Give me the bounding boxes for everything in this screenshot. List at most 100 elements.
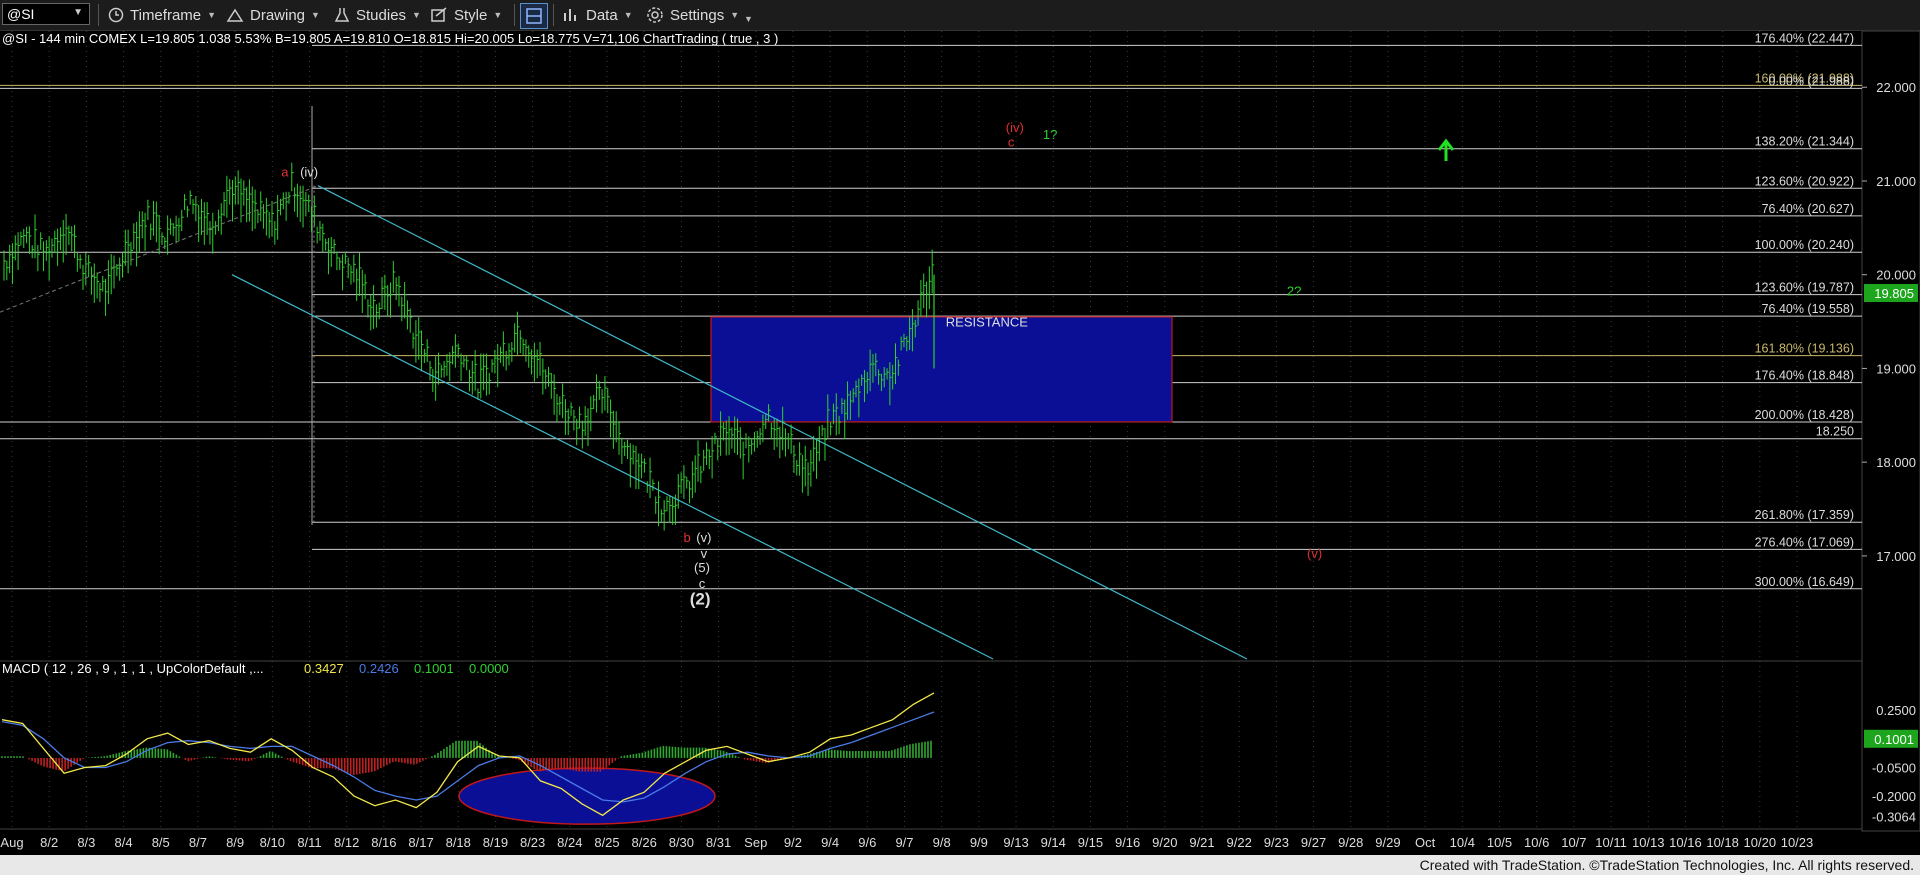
wave-label: (v) — [696, 530, 711, 545]
settings-label: Settings — [670, 6, 725, 24]
x-tick-label: 9/20 — [1152, 835, 1177, 850]
x-tick-label: 8/5 — [152, 835, 170, 850]
fib-level-label: 300.00% (16.649) — [1755, 575, 1854, 589]
macd-value: 0.1001 — [414, 661, 454, 676]
x-tick-label: 8/30 — [669, 835, 694, 850]
x-tick-label: 9/8 — [933, 835, 951, 850]
x-tick-label: 10/18 — [1706, 835, 1739, 850]
bar-chart-icon — [564, 9, 576, 21]
y-tick-label: 21.000 — [1876, 174, 1916, 189]
x-tick-label: 8/7 — [189, 835, 207, 850]
y-tick-label: 19.000 — [1876, 361, 1916, 376]
x-tick-label: 8/9 — [226, 835, 244, 850]
x-tick-label: 9/4 — [821, 835, 839, 850]
data-button[interactable]: Data ▼ — [562, 5, 633, 25]
fib-level-label: 18.250 — [1816, 425, 1854, 439]
wave-label: (iv) — [1006, 120, 1024, 135]
fib-level-label: 200.00% (18.428) — [1755, 408, 1854, 422]
footer-credit: Created with TradeStation. ©TradeStation… — [1419, 857, 1914, 873]
drawing-button[interactable]: Drawing ▼ — [226, 5, 320, 25]
clock-icon — [108, 7, 124, 23]
x-tick-label: 8/31 — [706, 835, 731, 850]
x-tick-label: 8/26 — [632, 835, 657, 850]
macd-value: 0.0000 — [469, 661, 509, 676]
x-tick-label: 9/22 — [1227, 835, 1252, 850]
chart-area[interactable]: @SI - 144 min COMEX L=19.805 1.038 5.53%… — [0, 31, 1920, 855]
x-tick-label: 8/12 — [334, 835, 359, 850]
studies-button[interactable]: Studies ▼ — [334, 5, 421, 25]
fib-level-label: 76.40% (20.627) — [1762, 202, 1854, 216]
symbol-label: @SI — [7, 6, 35, 22]
style-button[interactable]: Style ▼ — [430, 5, 502, 25]
layout-toggle-button[interactable] — [520, 3, 548, 29]
x-tick-label: 9/21 — [1189, 835, 1214, 850]
x-tick-label: 10/23 — [1781, 835, 1814, 850]
x-tick-label: 10/13 — [1632, 835, 1665, 850]
wave-label: c — [699, 576, 706, 591]
caret-down-icon: ▼ — [412, 10, 421, 20]
timeframe-label: Timeframe — [130, 6, 202, 24]
x-tick-label: 10/11 — [1595, 835, 1627, 850]
flask-icon — [334, 8, 350, 22]
fib-level-label: 176.40% (22.447) — [1755, 31, 1854, 45]
last-price-label: 19.805 — [1874, 286, 1914, 301]
fib-level-label: 161.80% (19.136) — [1755, 342, 1854, 356]
wave-label: a — [281, 164, 289, 179]
x-tick-label: 9/29 — [1375, 835, 1400, 850]
toolbar: @SI ▼ Timeframe ▼ Drawing ▼ Studies ▼ St… — [0, 0, 1920, 31]
x-tick-label: 8/16 — [371, 835, 396, 850]
x-tick-label: 9/14 — [1041, 835, 1066, 850]
x-tick-label: 10/20 — [1744, 835, 1777, 850]
x-tick-label: Oct — [1415, 835, 1436, 850]
macd-title: MACD ( 12 , 26 , 9 , 1 , 1 , UpColorDefa… — [2, 661, 264, 676]
x-tick-label: 9/9 — [970, 835, 988, 850]
caret-down-icon: ▼ — [493, 10, 503, 20]
x-tick-label: 8/19 — [483, 835, 508, 850]
fib-level-label: 123.60% (19.787) — [1755, 281, 1854, 295]
x-tick-label: 10/4 — [1450, 835, 1475, 850]
macd-value: 0.3427 — [304, 661, 344, 676]
x-tick-label: 9/15 — [1078, 835, 1103, 850]
fib-level-label: 261.80% (17.359) — [1755, 508, 1854, 522]
trend-dashed-line — [0, 185, 319, 313]
fib-level-label: 276.40% (17.069) — [1755, 535, 1854, 549]
studies-label: Studies — [356, 6, 407, 24]
toolbar-divider — [98, 4, 99, 26]
gear-icon — [647, 7, 663, 23]
timeframe-button[interactable]: Timeframe ▼ — [108, 5, 216, 25]
y-tick-label: 18.000 — [1876, 455, 1916, 470]
y-tick-label: 22.000 — [1876, 80, 1916, 95]
toolbar-divider — [514, 4, 515, 26]
x-tick-label: 9/2 — [784, 835, 802, 850]
x-tick-label: 8/2 — [40, 835, 58, 850]
caret-down-icon: ▼ — [730, 10, 740, 20]
drawing-label: Drawing — [250, 6, 306, 24]
x-tick-label: 9/6 — [858, 835, 876, 850]
macd-y-tick: -0.0500 — [1872, 760, 1916, 775]
wave-label: (iv) — [300, 164, 318, 179]
macd-current-label: 0.1001 — [1874, 732, 1914, 747]
wave-label: v — [701, 546, 708, 561]
wave-label: RESISTANCE — [946, 314, 1028, 329]
up-arrow-icon — [1437, 138, 1455, 161]
x-tick-label: 10/6 — [1524, 835, 1549, 850]
macd-value: 0.2426 — [359, 661, 399, 676]
symbol-selector[interactable]: @SI ▼ — [2, 3, 90, 25]
data-label: Data — [586, 6, 618, 24]
toolbar-divider — [553, 4, 554, 26]
x-tick-label: 9/7 — [895, 835, 913, 850]
x-tick-label: 8/11 — [297, 835, 321, 850]
wave-label: (5) — [694, 560, 710, 575]
more-options-button[interactable]: ▼ — [744, 9, 753, 29]
chevron-down-icon: ▼ — [73, 7, 83, 18]
x-tick-label: 9/23 — [1264, 835, 1289, 850]
settings-button[interactable]: Settings ▼ — [646, 5, 739, 25]
wave-label: c — [1008, 134, 1015, 149]
x-tick-label: 8/18 — [446, 835, 471, 850]
wave-label: 1? — [1043, 127, 1057, 142]
x-tick-label: 10/16 — [1669, 835, 1702, 850]
y-tick-label: 17.000 — [1876, 549, 1916, 564]
x-tick-label: Aug — [0, 835, 23, 850]
x-tick-label: 9/27 — [1301, 835, 1326, 850]
wave-label: b — [683, 530, 690, 545]
